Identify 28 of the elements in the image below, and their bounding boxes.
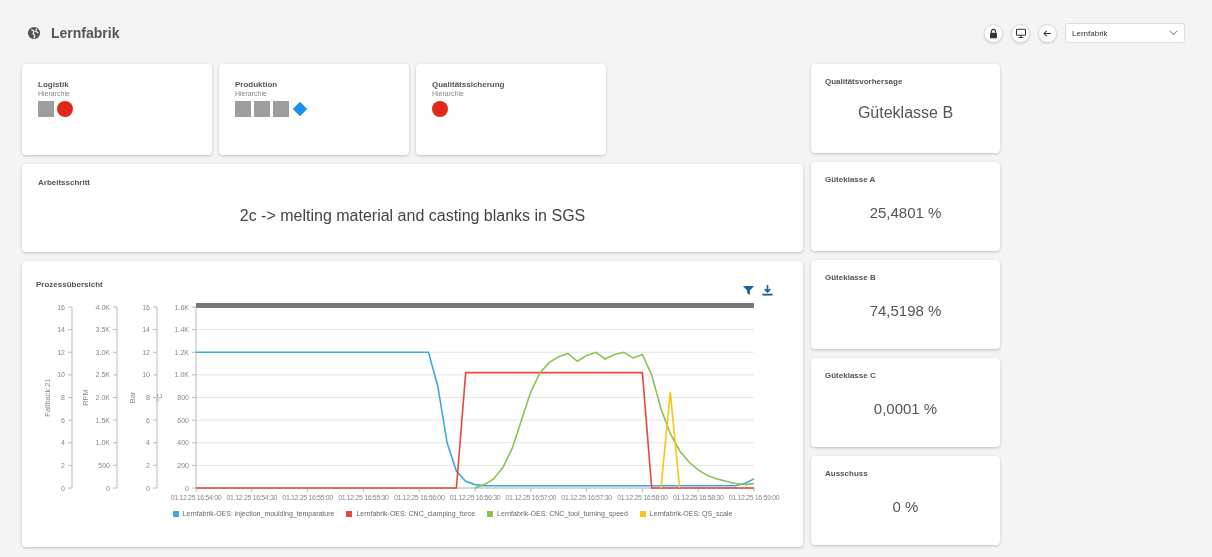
globe-icon — [27, 26, 41, 40]
card-title: Qualitätsvorhersage — [825, 77, 903, 86]
chevron-down-icon — [1169, 30, 1178, 36]
screen-button[interactable] — [1011, 23, 1030, 43]
prediction-value: Güteklasse B — [857, 104, 954, 122]
kpi-value: 74,5198 % — [869, 302, 942, 319]
card-title: Logistik — [38, 80, 69, 89]
card-title: Prozessübersicht — [36, 280, 103, 289]
card-title: Arbeitsschritt — [38, 178, 90, 187]
work-step-text: 2c -> melting material and casting blanks in SGS — [239, 207, 586, 225]
kpi-value: 0 % — [892, 498, 919, 515]
back-arrow-icon — [1042, 27, 1053, 39]
page-title: Lernfabrik — [51, 25, 120, 41]
card-title: Güteklasse B — [825, 273, 876, 282]
filter-icon[interactable] — [743, 285, 754, 296]
card-title: Produktion — [235, 80, 278, 89]
kpi-value: 0,0001 % — [873, 400, 938, 417]
card-title: Ausschuss — [825, 469, 868, 478]
kpi-value: 25,4801 % — [869, 204, 942, 221]
back-button[interactable] — [1038, 23, 1057, 43]
download-icon[interactable] — [762, 285, 773, 296]
card-title: Güteklasse A — [825, 175, 876, 184]
card-title: Qualitätssicherung — [432, 80, 505, 89]
factory-select[interactable]: Lernfabrik — [1065, 23, 1185, 43]
lock-button[interactable] — [984, 23, 1003, 43]
card-title: Güteklasse C — [825, 371, 876, 380]
monitor-icon — [1014, 27, 1027, 39]
lock-icon — [988, 27, 999, 39]
